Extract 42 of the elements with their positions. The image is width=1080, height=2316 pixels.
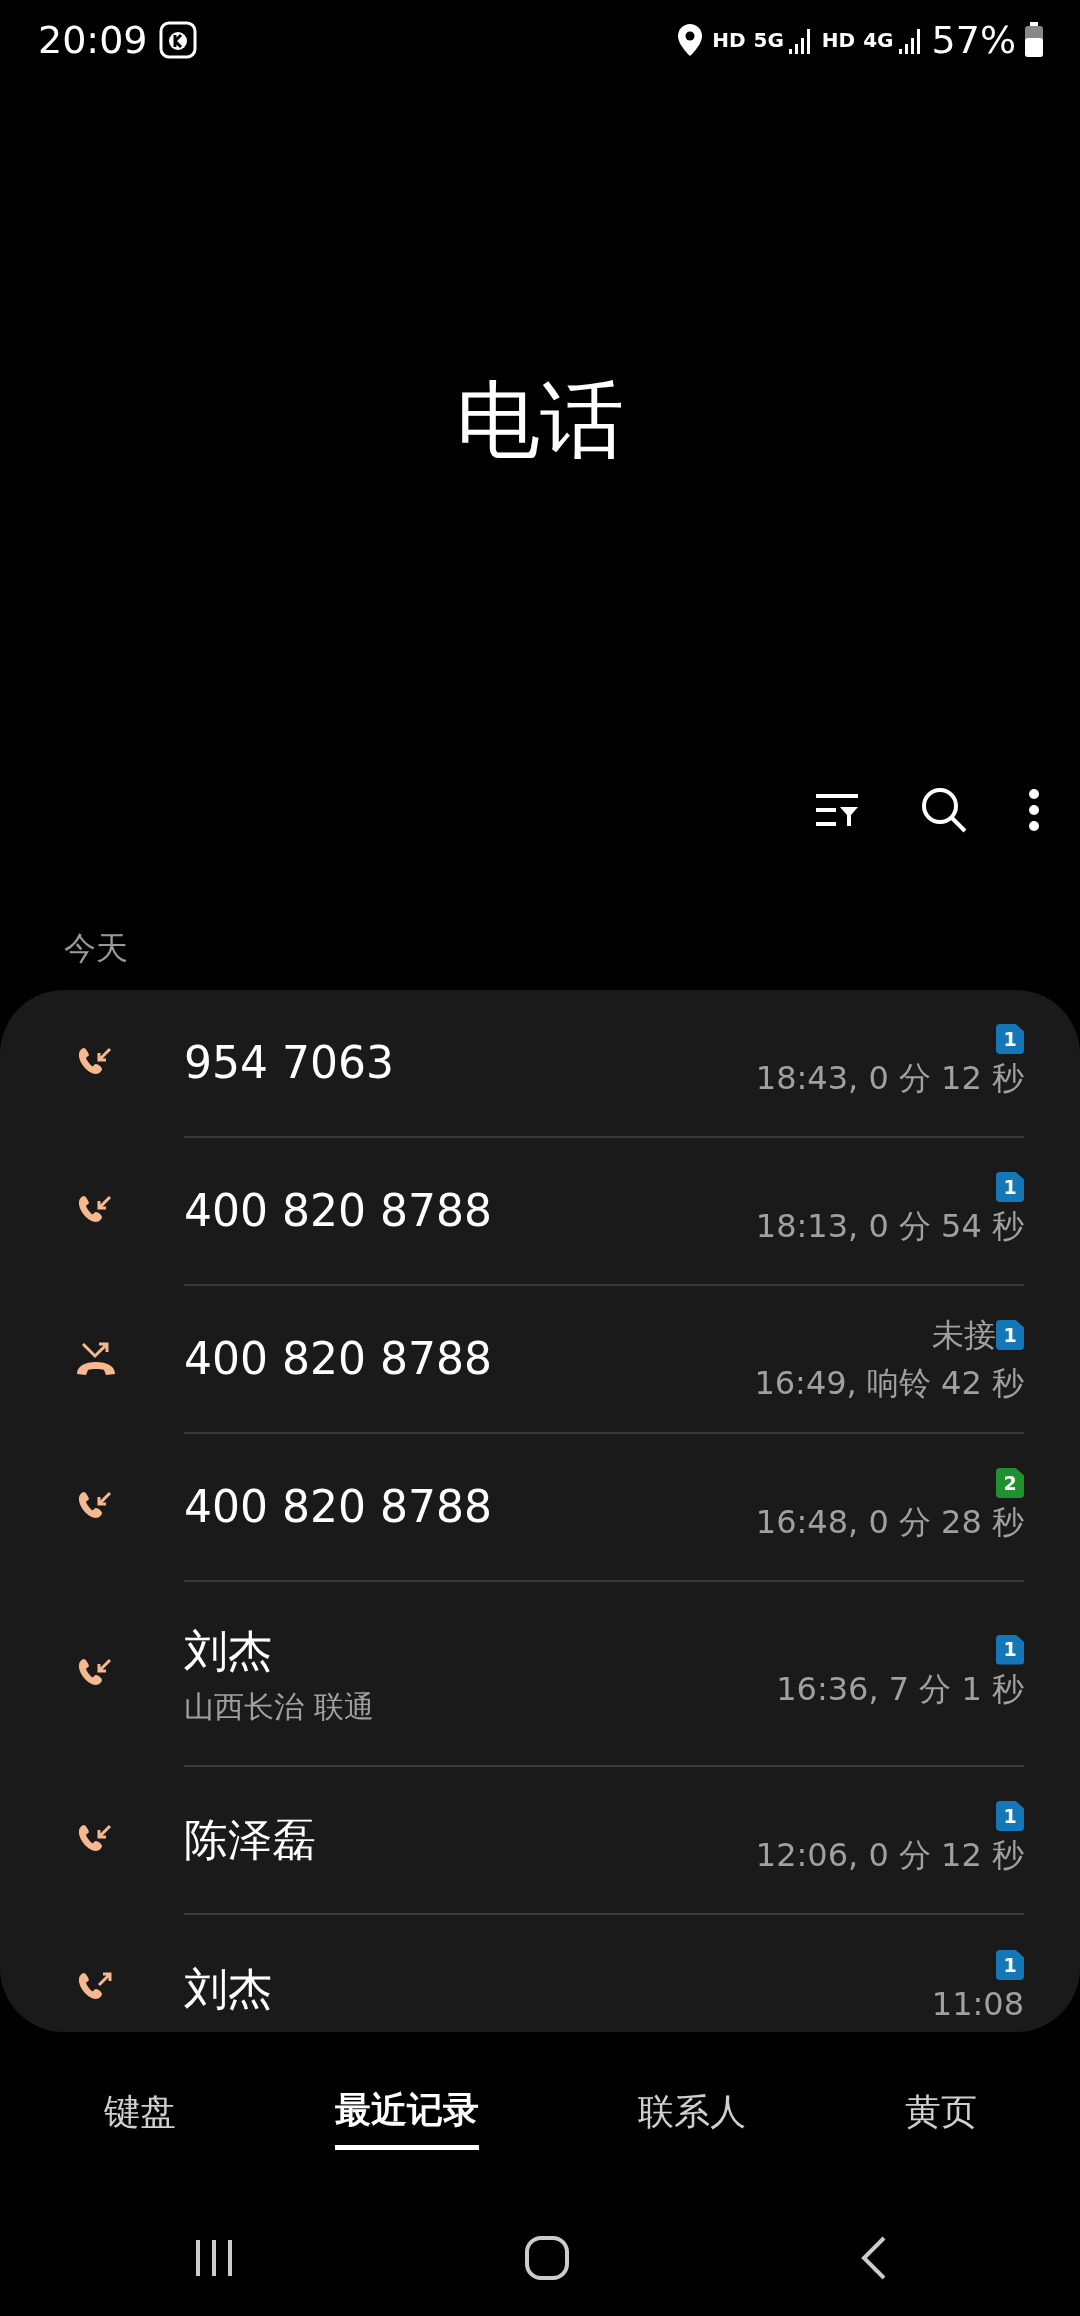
sim-badge: 1 <box>996 1172 1024 1202</box>
sim-badge: 1 <box>996 1801 1024 1831</box>
network-type-label: 4G <box>863 27 894 54</box>
battery-percent: 57% <box>931 16 1016 64</box>
caller-name: 刘杰 <box>184 1624 272 1678</box>
call-time: 11:08 <box>931 1984 1024 2025</box>
call-time: 18:13, 0 分 54 秒 <box>755 1206 1024 1247</box>
caller-name: 400 820 8788 <box>184 1184 492 1238</box>
more-options-icon[interactable] <box>1028 788 1040 832</box>
battery-icon <box>1024 22 1044 58</box>
network-type-label: 5G <box>753 27 784 54</box>
caller-name: 400 820 8788 <box>184 1332 492 1386</box>
sim-badge: 1 <box>996 1024 1024 1054</box>
call-time: 16:49, 响铃 42 秒 <box>754 1363 1024 1404</box>
app-notification-icon <box>157 20 198 60</box>
caller-location: 山西长治 联通 <box>184 1688 374 1726</box>
missed-call-icon <box>75 1342 117 1378</box>
caller-name: 954 7063 <box>184 1036 394 1090</box>
call-time: 18:43, 0 分 12 秒 <box>755 1058 1024 1099</box>
nav-tab[interactable]: 黄页 <box>904 2085 977 2147</box>
hd-label: HD <box>712 27 746 54</box>
nav-tab[interactable]: 联系人 <box>637 2085 746 2147</box>
sim-badge: 1 <box>996 1634 1024 1665</box>
home-icon[interactable] <box>523 2234 571 2282</box>
call-time: 16:48, 0 分 28 秒 <box>755 1502 1024 1543</box>
search-icon[interactable] <box>920 786 968 834</box>
hd-label: HD <box>821 27 856 54</box>
nav-tab[interactable]: 键盘 <box>103 2085 176 2147</box>
call-time: 12:06, 0 分 12 秒 <box>755 1835 1024 1876</box>
call-time: 16:36, 7 分 1 秒 <box>776 1668 1024 1710</box>
nav-tab[interactable]: 最近记录 <box>334 2082 479 2150</box>
sim-badge: 1 <box>996 1950 1024 1980</box>
caller-name: 陈泽磊 <box>184 1813 316 1867</box>
location-pin-icon <box>676 22 705 58</box>
caller-name: 400 820 8788 <box>184 1480 492 1534</box>
section-header: 今天 <box>64 928 128 969</box>
sim-badge: 1 <box>996 1320 1024 1350</box>
missed-label: 未接 <box>932 1315 996 1356</box>
caller-name: 刘杰 <box>184 1962 272 2016</box>
sim-badge: 2 <box>996 1468 1024 1498</box>
clock-time: 20:09 <box>38 16 148 64</box>
page-title: 电话 <box>456 369 624 471</box>
